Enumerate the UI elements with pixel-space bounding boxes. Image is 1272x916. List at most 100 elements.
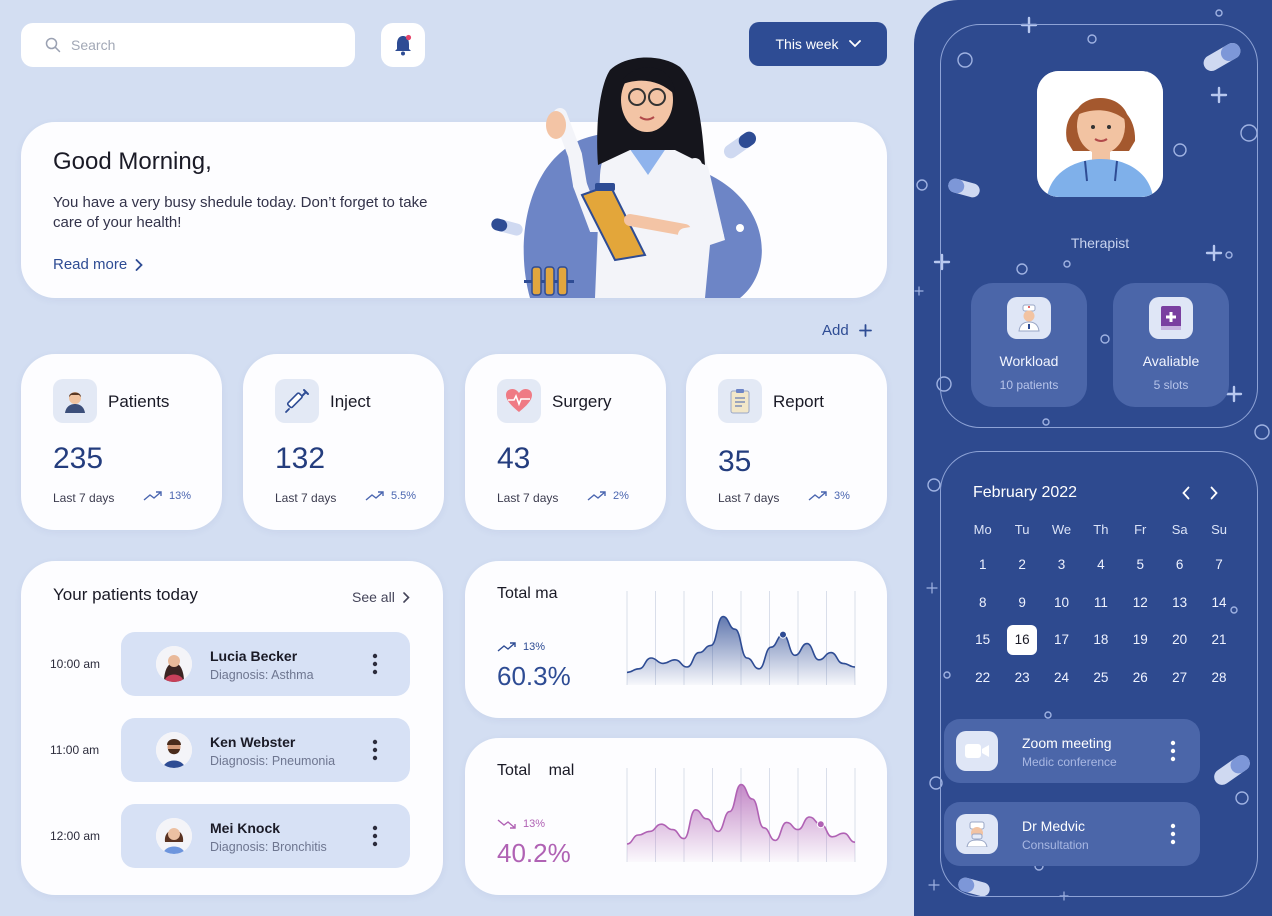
- calendar-day[interactable]: 13: [1160, 588, 1199, 626]
- calendar-day-number: 24: [1053, 669, 1069, 685]
- read-more-link[interactable]: Read more: [53, 256, 143, 273]
- calendar-day[interactable]: 24: [1042, 663, 1081, 701]
- calendar-day[interactable]: 27: [1160, 663, 1199, 701]
- patient-row[interactable]: Ken Webster Diagnosis: Pneumonia: [121, 718, 410, 782]
- calendar-day[interactable]: 19: [1121, 625, 1160, 663]
- avatar: [156, 818, 192, 854]
- greeting-message: You have a very busy shedule today. Don’…: [53, 194, 428, 231]
- calendar-day[interactable]: 12: [1121, 588, 1160, 626]
- stat-card-patients[interactable]: Patients 235 Last 7 days 13%: [21, 354, 222, 530]
- stat-trend-value: 3%: [834, 490, 850, 502]
- event-zoom-meeting[interactable]: Zoom meeting Medic conference: [944, 719, 1200, 783]
- chart-trend-value: 13%: [523, 641, 546, 653]
- highlight-point[interactable]: [779, 630, 787, 639]
- workload-card[interactable]: Workload 10 patients: [971, 283, 1087, 407]
- add-label: Add: [822, 322, 849, 339]
- calendar-day[interactable]: 10: [1042, 588, 1081, 626]
- search-input[interactable]: [71, 37, 321, 53]
- chevron-left-icon[interactable]: [1181, 486, 1191, 500]
- calendar-day[interactable]: 17: [1042, 625, 1081, 663]
- patient-row[interactable]: Lucia Becker Diagnosis: Asthma: [121, 632, 410, 696]
- more-options-icon[interactable]: [1170, 823, 1176, 845]
- more-options-icon[interactable]: [372, 653, 378, 675]
- calendar-day-number: 7: [1215, 557, 1223, 572]
- calendar-day[interactable]: 21: [1199, 625, 1238, 663]
- calendar-grid: Mo Tu We Th Fr Sa Su 1 2 3 4 5 6 7 8 9 10 11 12 13 14 15 16 17 1…: [963, 522, 1239, 700]
- chevron-right-icon[interactable]: [1209, 486, 1219, 500]
- calendar-day[interactable]: 23: [1002, 663, 1041, 701]
- area-chart: [626, 591, 856, 685]
- calendar-day-number: 17: [1053, 632, 1069, 647]
- calendar-day[interactable]: 4: [1081, 550, 1120, 588]
- patient-name: Lucia Becker: [210, 648, 298, 664]
- add-button[interactable]: Add: [822, 322, 872, 339]
- calendar-day[interactable]: 1: [963, 550, 1002, 588]
- calendar-day[interactable]: 3: [1042, 550, 1081, 588]
- calendar-day[interactable]: 8: [963, 588, 1002, 626]
- calendar-day[interactable]: 14: [1199, 588, 1238, 626]
- see-all-link[interactable]: See all: [352, 589, 410, 605]
- therapist-role: Therapist: [1070, 235, 1130, 251]
- stat-label: Surgery: [552, 392, 612, 411]
- weekday-label: Su: [1211, 522, 1227, 537]
- calendar-day-number: 27: [1172, 669, 1188, 685]
- stat-value: 132: [275, 442, 326, 475]
- trend-up-icon: [497, 642, 516, 652]
- stat-card-report[interactable]: Report 35 Last 7 days 3%: [686, 354, 887, 530]
- stat-value: 235: [53, 442, 104, 475]
- stat-card-surgery[interactable]: Surgery 43 Last 7 days 2%: [465, 354, 666, 530]
- see-all-label: See all: [352, 589, 395, 605]
- chevron-right-icon: [403, 591, 410, 603]
- calendar-day[interactable]: 6: [1160, 550, 1199, 588]
- calendar-day[interactable]: 5: [1121, 550, 1160, 588]
- event-dr-medvic[interactable]: Dr Medvic Consultation: [944, 802, 1200, 866]
- notifications-button[interactable]: [381, 23, 425, 67]
- stat-trend: 13%: [143, 490, 191, 502]
- weekday-label: Tu: [1014, 522, 1030, 537]
- available-card[interactable]: Avaliable 5 slots: [1113, 283, 1229, 407]
- calendar-day[interactable]: 28: [1199, 663, 1238, 701]
- more-options-icon[interactable]: [1170, 740, 1176, 762]
- stat-trend: 5.5%: [365, 490, 416, 502]
- highlight-point[interactable]: [816, 820, 825, 829]
- more-options-icon[interactable]: [372, 825, 378, 847]
- stat-label: Patients: [108, 392, 170, 411]
- stat-period: Last 7 days: [275, 491, 337, 505]
- calendar-day[interactable]: 26: [1121, 663, 1160, 701]
- stat-card-inject[interactable]: Inject 132 Last 7 days 5.5%: [243, 354, 444, 530]
- calendar-day-number: 12: [1132, 594, 1148, 610]
- calendar-day-number: 19: [1132, 632, 1148, 647]
- calendar-day-selected[interactable]: 16: [1002, 625, 1041, 663]
- calendar-day[interactable]: 9: [1002, 588, 1041, 626]
- calendar-day-number: 16: [1007, 625, 1038, 655]
- available-title: Avaliable: [1142, 353, 1200, 369]
- chart-title: Total ma: [497, 585, 558, 602]
- calendar-day-number: 15: [975, 632, 991, 647]
- appointment-time: 10:00 am: [50, 657, 101, 671]
- calendar-day-number: 6: [1175, 557, 1184, 572]
- calendar-day-number: 20: [1172, 632, 1188, 647]
- calendar-day[interactable]: 22: [963, 663, 1002, 701]
- calendar-day-number: 18: [1093, 632, 1109, 647]
- patients-today-title: Your patients today: [53, 585, 198, 604]
- calendar-day[interactable]: 25: [1081, 663, 1120, 701]
- therapist-avatar[interactable]: [1037, 71, 1163, 197]
- more-options-icon[interactable]: [372, 739, 378, 761]
- calendar-day[interactable]: 11: [1081, 588, 1120, 626]
- heart-pulse-icon: [497, 379, 541, 423]
- calendar-day[interactable]: 20: [1160, 625, 1199, 663]
- calendar-day[interactable]: 2: [1002, 550, 1041, 588]
- doctor-icon: [956, 814, 998, 854]
- patient-row[interactable]: Mei Knock Diagnosis: Bronchitis: [121, 804, 410, 868]
- search-bar[interactable]: [21, 23, 355, 67]
- search-icon: [45, 37, 61, 53]
- calendar-day-number: 3: [1057, 557, 1066, 572]
- calendar-day[interactable]: 18: [1081, 625, 1120, 663]
- calendar-day-number: 5: [1136, 557, 1145, 572]
- patient-diagnosis: Diagnosis: Bronchitis: [210, 840, 327, 854]
- stat-period: Last 7 days: [497, 491, 559, 505]
- trend-up-icon: [143, 491, 162, 501]
- calendar-day[interactable]: 15: [963, 625, 1002, 663]
- calendar-day[interactable]: 7: [1199, 550, 1238, 588]
- trend-up-icon: [808, 491, 827, 501]
